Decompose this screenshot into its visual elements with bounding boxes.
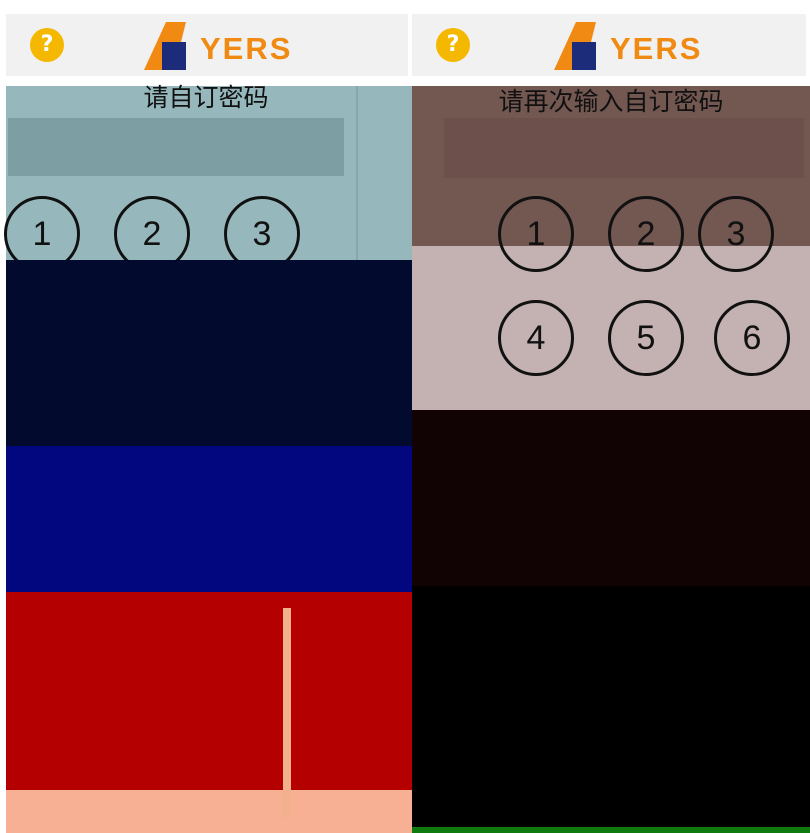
question-circle-icon: ? <box>446 32 460 57</box>
question-circle-icon: ? <box>40 32 54 57</box>
keypad-key-1[interactable]: 1 <box>498 196 574 272</box>
glitch-block <box>412 410 810 586</box>
glitch-block <box>6 446 412 592</box>
keypad-key-2[interactable]: 2 <box>608 196 684 272</box>
page-title: 请自订密码 <box>143 83 269 112</box>
glitch-block <box>6 260 412 446</box>
ayers-logo: YERS <box>548 22 728 70</box>
logo-wordmark: YERS <box>610 31 703 66</box>
keypad-key-5[interactable]: 5 <box>608 300 684 376</box>
logo-a-icon <box>144 22 186 70</box>
pin-display <box>444 118 804 178</box>
help-button[interactable]: ? <box>436 28 470 62</box>
help-button[interactable]: ? <box>30 28 64 62</box>
glitch-block <box>6 790 412 833</box>
confirm-pin-screen: ? YERS 请再次输入自订密码 1 2 3 4 5 6 <box>412 0 810 833</box>
app-header: ? YERS <box>412 14 806 76</box>
glitch-strip <box>412 827 810 833</box>
glitch-block <box>6 592 412 790</box>
keypad-key-3[interactable]: 3 <box>698 196 774 272</box>
glitch-seam <box>283 608 291 818</box>
keypad-key-6[interactable]: 6 <box>714 300 790 376</box>
glitch-block <box>412 586 810 833</box>
logo-wordmark: YERS <box>200 31 293 66</box>
keypad-key-4[interactable]: 4 <box>498 300 574 376</box>
set-pin-screen: ? YERS 请自订密码 1 2 3 <box>0 0 412 833</box>
ayers-logo: YERS <box>138 22 318 70</box>
logo-a-icon <box>554 22 596 70</box>
app-header: ? YERS <box>6 14 408 76</box>
pin-display <box>8 118 344 176</box>
page-title: 请再次输入自订密码 <box>498 87 724 116</box>
